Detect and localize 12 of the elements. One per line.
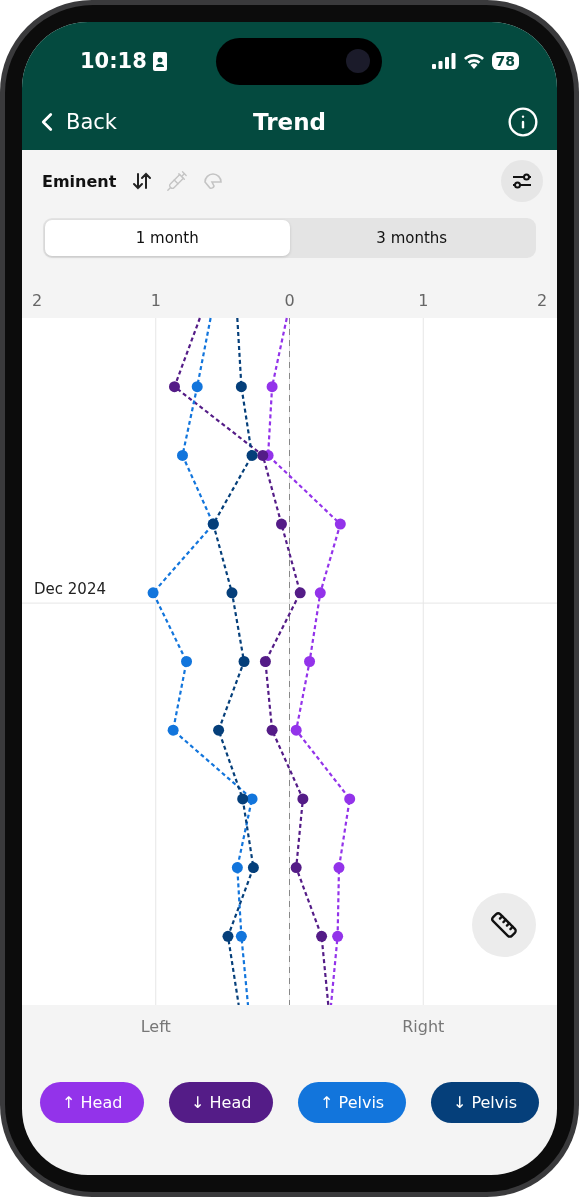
battery-level: 78 xyxy=(491,52,519,70)
axis-tick-label: 1 xyxy=(150,291,161,310)
status-time: 10:18 xyxy=(80,49,147,73)
screen-title: Trend xyxy=(253,109,326,135)
side-label: Left xyxy=(140,1017,171,1036)
side-label: Right xyxy=(402,1017,445,1036)
axis-tick-label: 1 xyxy=(418,291,429,310)
axis-tick-label: 2 xyxy=(536,291,548,310)
axis-tick-label: 2 xyxy=(31,291,43,310)
date-label: Dec 2024 xyxy=(34,580,106,599)
profile-name: Eminent xyxy=(42,171,117,191)
axis-tick-label: 0 xyxy=(284,291,295,310)
